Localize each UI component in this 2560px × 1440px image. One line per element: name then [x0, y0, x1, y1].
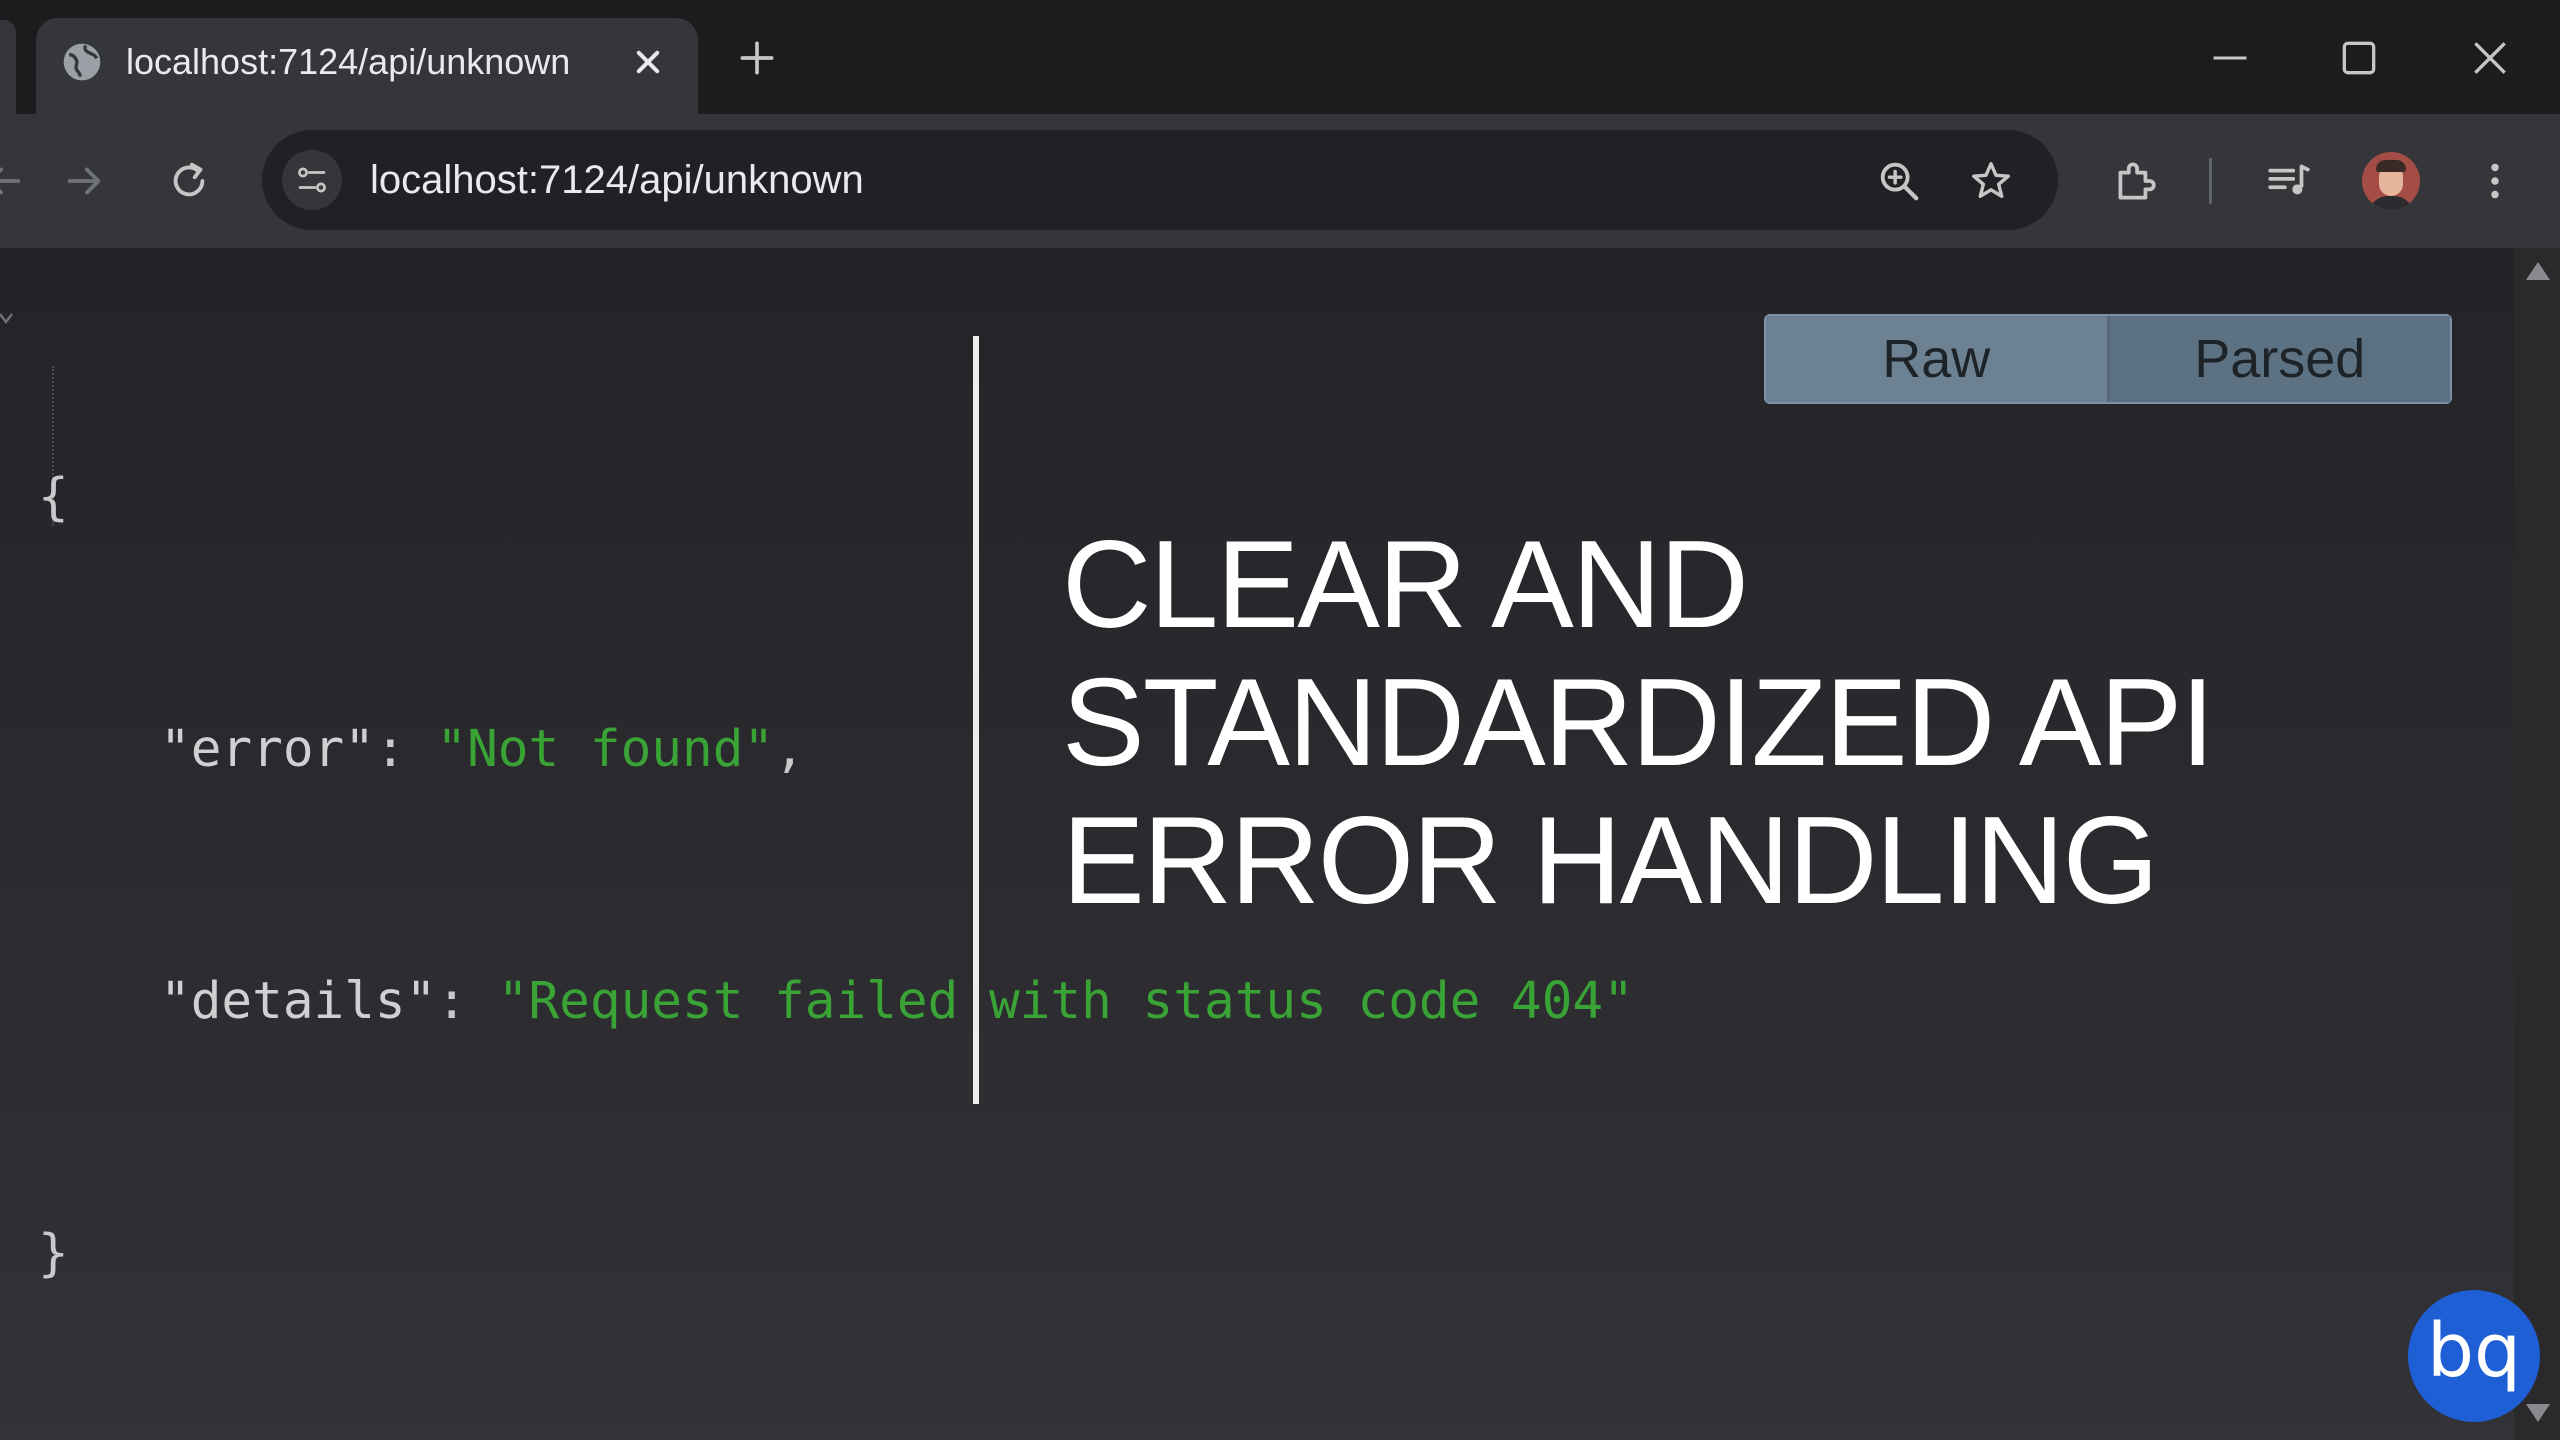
globe-icon — [63, 43, 101, 81]
channel-logo: bq — [2408, 1290, 2540, 1422]
url-text[interactable]: localhost:7124/api/unknown — [370, 156, 864, 204]
address-bar[interactable]: localhost:7124/api/unknown — [262, 130, 2058, 230]
minimize-icon[interactable] — [2208, 36, 2252, 80]
parsed-view-button[interactable]: Parsed — [2109, 316, 2450, 402]
previous-tab-edge[interactable] — [0, 20, 16, 114]
json-trailing-comma: , — [774, 720, 805, 779]
json-string-value: "Not found" — [436, 720, 775, 779]
json-separator: : — [436, 972, 498, 1031]
browser-toolbar: localhost:7124/api/unknown — [0, 114, 2560, 248]
raw-view-button[interactable]: Raw — [1766, 316, 2110, 402]
new-tab-icon[interactable] — [735, 36, 779, 80]
overlay-title-line-3: ERROR HANDLING — [1062, 792, 2159, 930]
site-settings-icon — [298, 167, 326, 193]
maximize-icon[interactable] — [2337, 36, 2381, 80]
reload-icon[interactable] — [166, 158, 212, 204]
json-key: "error" — [160, 720, 375, 779]
tab-title: localhost:7124/api/unknown — [126, 41, 571, 82]
json-close-brace: } — [38, 1224, 69, 1283]
overlay-title-line-2: STANDARDIZED API — [1062, 654, 2215, 792]
profile-avatar[interactable] — [2362, 152, 2420, 210]
more-menu-icon[interactable] — [2470, 156, 2520, 206]
forward-arrow-icon[interactable] — [62, 158, 108, 204]
json-view-toggle: Raw Parsed — [1764, 314, 2452, 404]
overlay-title-line-1: CLEAR AND — [1062, 516, 1749, 654]
tab-strip: localhost:7124/api/unknown — [0, 0, 2560, 114]
vertical-scrollbar[interactable] — [2514, 248, 2560, 1440]
scroll-up-arrow-icon[interactable] — [2526, 262, 2550, 280]
overlay-divider — [973, 336, 979, 1104]
avatar-body — [2368, 196, 2414, 210]
close-tab-icon[interactable] — [626, 40, 670, 84]
extensions-icon[interactable] — [2110, 156, 2160, 206]
toolbar-divider — [2209, 158, 2212, 204]
scroll-down-arrow-icon[interactable] — [2526, 1404, 2550, 1422]
media-controls-icon[interactable] — [2264, 156, 2314, 206]
avatar-hair — [2376, 160, 2406, 172]
close-window-icon[interactable] — [2468, 36, 2512, 80]
back-arrow-icon[interactable] — [0, 158, 26, 204]
bookmark-star-icon[interactable] — [1968, 158, 2014, 204]
site-info-button[interactable] — [282, 150, 342, 210]
json-string-value: "Request failed with status code 404" — [497, 972, 1634, 1031]
json-line-details: "details": "Request failed with status c… — [0, 960, 1634, 1044]
overlay-title: CLEAR AND STANDARDIZED API ERROR HANDLIN… — [1062, 516, 2362, 930]
json-separator: : — [374, 720, 437, 779]
active-tab[interactable]: localhost:7124/api/unknown — [36, 18, 698, 114]
json-key: "details" — [160, 972, 437, 1031]
zoom-icon[interactable] — [1876, 158, 1922, 204]
